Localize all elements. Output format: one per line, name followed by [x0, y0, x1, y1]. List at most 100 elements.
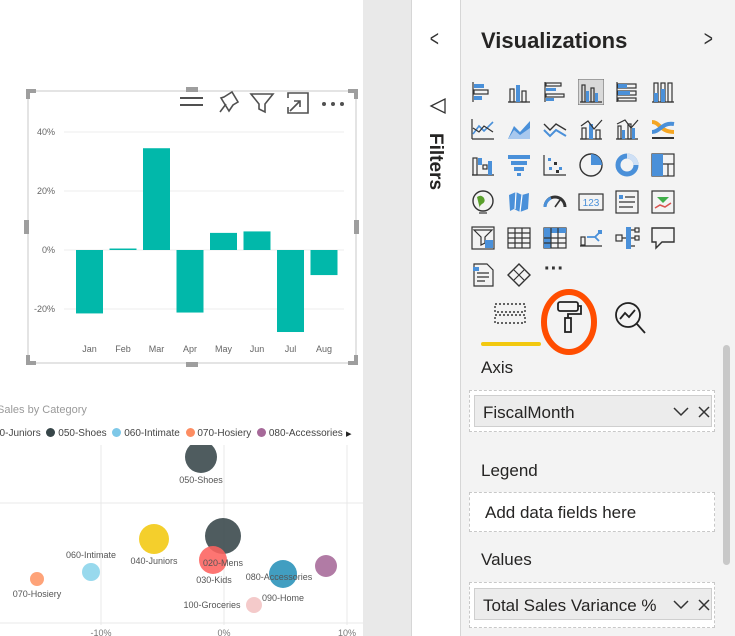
legend-item[interactable]: 060-Intimate — [112, 428, 180, 439]
scatter-point[interactable] — [185, 445, 217, 473]
filters-label[interactable]: Filters — [424, 133, 446, 190]
scatter-point[interactable] — [315, 555, 337, 577]
area-chart-icon[interactable] — [506, 116, 532, 142]
chevron-down-icon[interactable] — [673, 406, 689, 418]
legend-label: 060-Intimate — [124, 428, 180, 439]
axis-well[interactable]: FiscalMonth — [469, 390, 715, 432]
pane-title: Visualizations — [481, 28, 628, 53]
paint-roller-icon — [557, 301, 582, 333]
legend-well[interactable]: Add data fields here — [469, 492, 715, 532]
clustered-column-chart-icon[interactable] — [577, 78, 605, 106]
remove-field-icon[interactable] — [697, 598, 711, 612]
x-axis-ticks: -10% 0% 10% — [90, 628, 356, 636]
magnifier-chart-icon — [615, 302, 646, 334]
pie-chart-icon[interactable] — [578, 152, 604, 178]
decomposition-tree-icon[interactable] — [614, 225, 640, 251]
stacked-area-chart-icon[interactable] — [542, 116, 568, 142]
scatter-point[interactable] — [82, 563, 100, 581]
map-icon[interactable] — [470, 189, 496, 215]
collapse-filters-icon[interactable]: < — [430, 26, 439, 52]
scatter-point[interactable] — [139, 524, 169, 554]
bar[interactable] — [243, 231, 271, 250]
axis-label: Axis — [481, 358, 514, 377]
bar[interactable] — [143, 148, 170, 250]
bar[interactable] — [310, 250, 338, 276]
chevron-down-icon[interactable] — [673, 599, 689, 611]
legend-dot — [46, 428, 56, 437]
table-icon[interactable] — [506, 225, 532, 251]
bar[interactable] — [210, 232, 237, 250]
more-options-icon[interactable] — [322, 102, 344, 106]
stacked-column-chart-icon[interactable] — [506, 79, 532, 105]
scatter-point[interactable] — [30, 572, 44, 586]
expand-pane-icon[interactable]: > — [704, 26, 713, 52]
point-label: 070-Hosiery — [13, 589, 62, 599]
legend-item[interactable]: 050-Shoes — [46, 428, 107, 439]
point-label: 020-Mens — [203, 558, 244, 568]
scrollbar-thumb[interactable] — [723, 345, 730, 565]
line-chart-icon[interactable] — [470, 116, 496, 142]
legend-next-arrow[interactable]: ▸ — [346, 427, 352, 440]
fields-tab-underline — [481, 342, 541, 346]
point-label: 090-Home — [262, 593, 304, 603]
smart-narrative-icon[interactable] — [470, 262, 496, 288]
slicer-icon[interactable] — [470, 225, 496, 251]
report-canvas: 40% 20% 0% -20% Jan Feb Mar Apr May Jun Jul Aug Sa… — [0, 0, 363, 636]
power-apps-icon[interactable] — [506, 262, 532, 288]
analytics-tab[interactable] — [613, 300, 647, 336]
format-tab[interactable] — [539, 288, 601, 356]
y-tick-label: -20% — [34, 304, 55, 314]
key-influencers-icon[interactable] — [578, 225, 604, 251]
visualizations-pane: Visualizations > 123 ··· Axis FiscalMonth — [460, 0, 735, 636]
100-stacked-column-chart-icon[interactable] — [650, 79, 676, 105]
scatter-point[interactable] — [246, 597, 262, 613]
x-tick-label: Jun — [250, 344, 265, 354]
x-tick-label: May — [215, 344, 233, 354]
fields-tab[interactable] — [491, 298, 531, 328]
point-label: 040-Juniors — [130, 556, 178, 566]
legend-item[interactable]: 40-Juniors — [0, 428, 41, 439]
kpi-icon[interactable] — [650, 189, 676, 215]
multi-row-card-icon[interactable] — [614, 189, 640, 215]
funnel-icon[interactable] — [506, 152, 532, 178]
stacked-bar-chart-icon[interactable] — [470, 79, 496, 105]
card-icon[interactable]: 123 — [578, 189, 604, 215]
matrix-icon[interactable] — [542, 225, 568, 251]
filled-map-icon[interactable] — [506, 189, 532, 215]
bar[interactable] — [176, 250, 204, 313]
bar[interactable] — [109, 248, 137, 250]
scatter-chart-icon[interactable] — [542, 152, 568, 178]
y-tick-label: 40% — [37, 127, 55, 137]
x-tick-label: -10% — [90, 628, 111, 636]
line-and-clustered-column-icon[interactable] — [614, 116, 640, 142]
donut-chart-icon[interactable] — [614, 152, 640, 178]
remove-field-icon[interactable] — [697, 405, 711, 419]
legend-label: 40-Juniors — [0, 428, 41, 439]
legend-item[interactable]: 070-Hosiery — [185, 428, 252, 439]
more-visuals-icon[interactable]: ··· — [542, 258, 568, 288]
values-well[interactable]: Total Sales Variance % — [469, 582, 715, 628]
bar[interactable] — [277, 250, 304, 333]
treemap-icon[interactable] — [650, 152, 676, 178]
x-tick-label: Aug — [316, 344, 332, 354]
legend-item[interactable]: 080-Accessories — [257, 428, 343, 439]
bar-chart-visual[interactable]: 40% 20% 0% -20% Jan Feb Mar Apr May Jun Jul Aug — [0, 0, 363, 400]
legend-label: 070-Hosiery — [197, 428, 252, 439]
line-and-stacked-column-icon[interactable] — [578, 116, 604, 142]
qa-icon[interactable] — [650, 225, 676, 251]
clustered-bar-chart-icon[interactable] — [542, 79, 568, 105]
highlight-circle — [541, 289, 597, 355]
filters-pane[interactable]: < Filters — [411, 0, 460, 636]
fields-icon — [494, 303, 526, 324]
scatter-chart: 050-Shoes 040-Juniors 020-Mens 060-Intimate… — [0, 445, 363, 636]
axis-field-pill[interactable]: FiscalMonth — [474, 395, 712, 427]
100-stacked-bar-chart-icon[interactable] — [614, 79, 640, 105]
values-field-pill[interactable]: Total Sales Variance % — [474, 588, 712, 620]
ribbon-chart-icon[interactable] — [650, 116, 676, 142]
svg-text:123: 123 — [583, 198, 600, 209]
gauge-icon[interactable] — [542, 189, 568, 215]
waterfall-chart-icon[interactable] — [470, 152, 496, 178]
x-tick-label: 0% — [217, 628, 230, 636]
point-label: 030-Kids — [196, 575, 232, 585]
bar[interactable] — [76, 250, 103, 314]
